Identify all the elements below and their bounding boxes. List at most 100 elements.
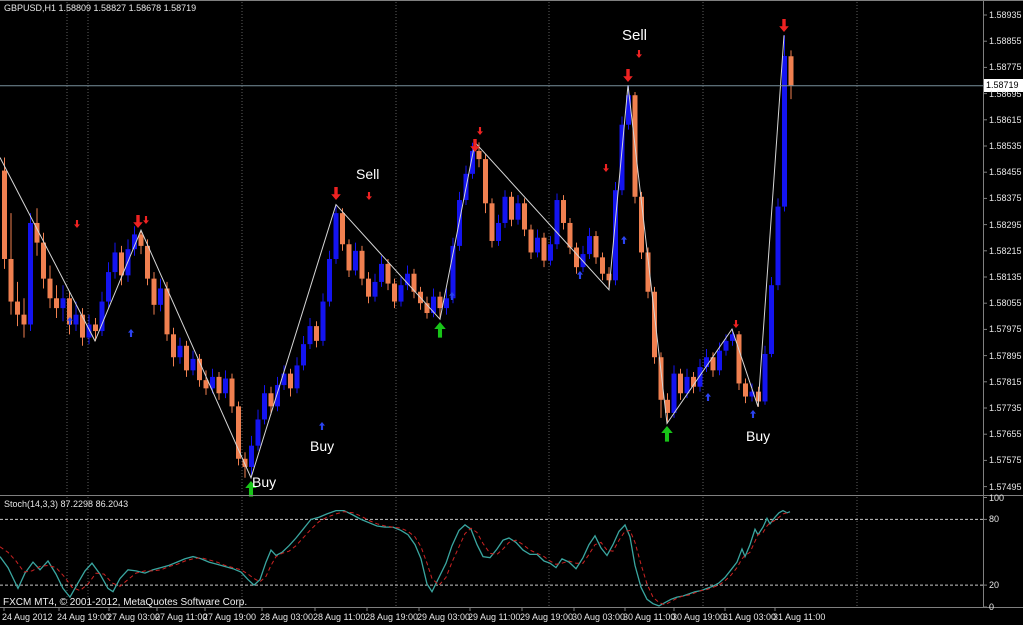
- sell-arrow-icon: [477, 126, 483, 135]
- stoch-k-line: [0, 509, 791, 607]
- buy-arrow-icon: [434, 322, 446, 338]
- price-axis-label: 1.58455: [989, 167, 1022, 178]
- candle: [60, 298, 66, 309]
- time-axis-label: 27 Aug 11:00: [155, 612, 208, 622]
- candle: [554, 200, 560, 245]
- candle: [138, 234, 144, 246]
- price-axis-label: 1.58215: [989, 245, 1022, 256]
- buy-arrow-icon: [705, 393, 711, 402]
- time-axis-label: 24 Aug 2012: [2, 612, 53, 622]
- candle: [2, 170, 7, 259]
- price-axis-label: 1.57735: [989, 403, 1022, 413]
- buy-arrow-icon: [128, 329, 134, 338]
- price-axis-label: 1.57815: [989, 376, 1022, 387]
- price-axis-label: 1.58695: [989, 88, 1022, 99]
- candle: [294, 365, 300, 389]
- price-axis-label: 1.57495: [989, 481, 1022, 492]
- candle: [80, 314, 85, 338]
- candle: [671, 373, 677, 413]
- candle: [28, 222, 33, 325]
- candle: [112, 252, 118, 273]
- candle: [561, 200, 566, 223]
- candle: [775, 206, 781, 286]
- candle: [398, 285, 404, 302]
- candle: [327, 258, 332, 302]
- stoch-axis-label: 0: [989, 602, 995, 612]
- buy-arrow-icon: [621, 236, 627, 245]
- candle: [47, 278, 53, 299]
- candle: [437, 296, 443, 309]
- candle: [476, 150, 482, 160]
- candle: [684, 376, 690, 394]
- ohlc-title: GBPUSD,H1 1.58809 1.58827 1.58678 1.5871…: [4, 3, 197, 13]
- copyright-text: FXCM MT4, © 2001-2012, MetaQuotes Softwa…: [3, 597, 248, 608]
- candle: [762, 353, 768, 402]
- candle: [541, 237, 547, 261]
- candle: [353, 250, 358, 271]
- candle: [216, 376, 222, 394]
- sell-arrow-icon: [143, 215, 149, 224]
- candle: [372, 281, 378, 297]
- candle: [171, 334, 176, 358]
- candle: [359, 250, 365, 279]
- candle: [333, 213, 339, 259]
- candle: [145, 245, 150, 279]
- stoch-d-line: [0, 511, 790, 606]
- candle: [307, 326, 313, 345]
- candle: [528, 229, 534, 253]
- candle: [99, 301, 105, 332]
- candle: [496, 222, 501, 241]
- candle: [340, 213, 345, 245]
- price-axis-label: 1.58615: [989, 114, 1022, 125]
- price-axis-label: 1.58855: [989, 36, 1022, 47]
- candle: [164, 288, 170, 335]
- buy-signal-label: Buy: [252, 474, 277, 490]
- candle: [229, 378, 235, 407]
- candle: [743, 383, 748, 397]
- candle: [314, 326, 319, 341]
- sell-arrow-icon: [623, 69, 633, 82]
- candle: [658, 357, 664, 400]
- candle: [723, 340, 729, 351]
- candle: [587, 236, 592, 255]
- candle: [223, 378, 228, 394]
- candle: [782, 55, 787, 207]
- time-axis-label: 27 Aug 03:00: [107, 612, 161, 622]
- candle: [288, 373, 293, 389]
- candle: [255, 419, 261, 446]
- candle: [41, 242, 46, 279]
- candle: [593, 236, 599, 258]
- price-axis-label: 1.58775: [989, 62, 1022, 73]
- stoch-axis-label: 20: [989, 580, 1000, 591]
- sell-signal-label: Sell: [622, 27, 648, 44]
- candle: [444, 298, 449, 309]
- stoch-indicator-label: Stoch(14,3,3) 87.2298 86.2043: [4, 499, 129, 509]
- price-axis-label: 1.57655: [989, 429, 1022, 440]
- candle: [281, 373, 287, 386]
- time-axis-label: 30 Aug 19:00: [672, 612, 726, 622]
- candle: [184, 345, 189, 371]
- price-axis-label: 1.57895: [989, 350, 1022, 361]
- candle: [769, 285, 774, 354]
- time-axis-label: 31 Aug 11:00: [773, 612, 826, 622]
- candle: [736, 334, 742, 384]
- sell-arrow-icon: [603, 163, 609, 172]
- time-axis-label: 31 Aug 03:00: [723, 612, 777, 622]
- stoch-axis-label: 80: [989, 514, 1000, 525]
- candle: [574, 247, 579, 268]
- price-axis-label: 1.57575: [989, 455, 1022, 466]
- candle: [73, 314, 79, 325]
- sell-arrow-icon: [133, 215, 143, 228]
- candle: [379, 263, 384, 282]
- price-axis-label: 1.58935: [989, 10, 1022, 20]
- time-axis-label: 29 Aug 19:00: [520, 612, 574, 622]
- candle: [366, 278, 371, 297]
- time-axis-label: 27 Aug 19:00: [203, 612, 257, 622]
- main-chart-canvas[interactable]: [0, 0, 1023, 625]
- candle: [788, 56, 794, 86]
- candle: [509, 196, 514, 220]
- price-axis-label: 1.58295: [989, 219, 1022, 230]
- sell-arrow-icon: [74, 219, 80, 228]
- price-axis-label: 1.57975: [989, 324, 1022, 335]
- candle: [93, 324, 98, 332]
